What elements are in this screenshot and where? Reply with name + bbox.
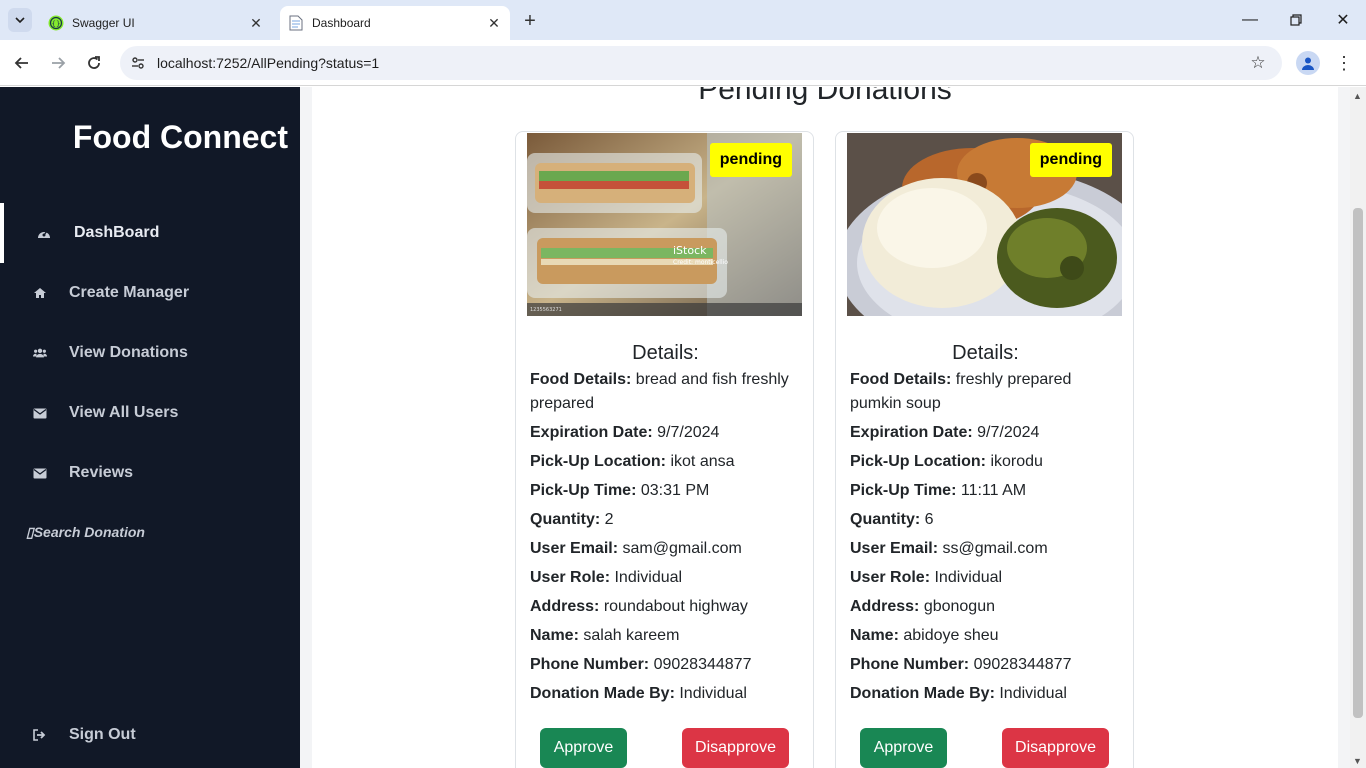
address-bar[interactable]: localhost:7252/AllPending?status=1 ☆ [120,46,1282,80]
close-icon[interactable]: ✕ [246,13,266,33]
image-id: 1235563271 [530,307,562,313]
field-user-email: User Email: ss@gmail.com [850,540,1048,557]
scroll-up-icon[interactable]: ▲ [1353,91,1362,101]
tab-title: Dashboard [312,16,371,30]
envelope-icon [33,466,47,480]
sidebar-item-label: Create Manager [69,284,190,301]
food-image: iStock Credit: monticellio 1235563271 pe… [527,133,802,316]
field-user-role: User Role: Individual [850,569,1003,586]
field-pickup-location: Pick-Up Location: ikorodu [850,453,1043,470]
field-expiration-date: Expiration Date: 9/7/2024 [850,424,1040,441]
field-pickup-time: Pick-Up Time: 11:11 AM [850,482,1027,499]
svg-text:{}: {} [52,20,61,28]
details-list: Food Details: freshly prepared pumkin so… [850,368,1120,711]
url-text[interactable]: localhost:7252/AllPending?status=1 [157,55,379,71]
sign-out-button[interactable]: Sign Out [0,705,300,765]
details-heading: Details: [632,342,699,364]
reload-button[interactable] [81,50,107,76]
users-icon [33,346,47,360]
field-phone-number: Phone Number: 09028344877 [530,656,752,673]
field-expiration-date: Expiration Date: 9/7/2024 [530,424,720,441]
sidebar-item-label: DashBoard [74,224,160,241]
istock-watermark: iStock [673,244,707,257]
approve-button[interactable]: Approve [860,728,947,768]
details-list: Food Details: bread and fish freshly pre… [530,368,800,711]
page-scrollbar[interactable]: ▲ ▼ [1350,87,1366,768]
chevron-down-icon [15,17,25,24]
details-heading: Details: [952,342,1019,364]
reload-icon [88,56,100,69]
sidebar: Food Connect DashBoard Create Manager Vi… [0,87,300,768]
field-quantity: Quantity: 6 [850,511,934,528]
home-icon [33,286,47,300]
browser-toolbar: localhost:7252/AllPending?status=1 ☆ ⋮ [0,40,1366,86]
field-phone-number: Phone Number: 09028344877 [850,656,1072,673]
sidebar-item-label: View Donations [69,344,188,361]
field-donation-made-by: Donation Made By: Individual [530,685,747,702]
field-food-details: Food Details: freshly prepared pumkin so… [850,371,1072,412]
arrow-right-icon [52,57,66,69]
field-user-email: User Email: sam@gmail.com [530,540,742,557]
restore-icon [1290,14,1302,26]
scroll-down-icon[interactable]: ▼ [1353,756,1362,766]
page-icon [288,15,304,31]
field-pickup-location: Pick-Up Location: ikot ansa [530,453,735,470]
sidebar-item-view-all-users[interactable]: View All Users [0,383,300,443]
field-user-role: User Role: Individual [530,569,683,586]
disapprove-button[interactable]: Disapprove [682,728,789,768]
more-menu-icon[interactable]: ⋮ [1334,51,1354,75]
sign-out-icon [33,728,47,742]
field-address: Address: gbonogun [850,598,995,615]
profile-avatar-icon[interactable] [1296,51,1320,75]
field-address: Address: roundabout highway [530,598,748,615]
field-name: Name: abidoye sheu [850,627,999,644]
field-food-details: Food Details: bread and fish freshly pre… [530,371,789,412]
browser-tab-strip: {} Swagger UI ✕ Dashboard ✕ + — ✕ [0,0,1366,40]
close-window-button[interactable]: ✕ [1331,8,1355,32]
tab-title: Swagger UI [72,16,135,30]
restore-button[interactable] [1284,8,1308,32]
disapprove-button[interactable]: Disapprove [1002,728,1109,768]
status-badge: pending [709,143,792,177]
site-settings-icon[interactable] [128,53,148,73]
scrollbar-thumb[interactable] [1353,208,1363,718]
back-button[interactable] [9,50,35,76]
sidebar-item-label: View All Users [69,404,179,421]
search-donation-link[interactable]: ▯Search Donation [26,524,145,541]
page-title: Pending Donations [698,87,952,106]
sidebar-item-label: Reviews [69,464,134,481]
image-credit: Credit: monticellio [673,259,728,266]
arrow-left-icon [14,57,28,69]
food-image: pending [847,133,1122,316]
swagger-icon: {} [48,15,64,31]
tab-swagger[interactable]: {} Swagger UI ✕ [40,6,272,40]
field-pickup-time: Pick-Up Time: 03:31 PM [530,482,710,499]
sidebar-item-reviews[interactable]: Reviews [0,443,300,503]
status-badge: pending [1029,143,1112,177]
forward-button[interactable] [45,50,71,76]
brand-title: Food Connect [72,119,288,155]
donation-card: iStock Credit: monticellio 1235563271 pe… [515,131,814,768]
envelope-icon [33,406,47,420]
main-content: Pending Donations iStock Credit: montice… [312,87,1338,768]
minimize-button[interactable]: — [1238,8,1262,32]
new-tab-button[interactable]: + [518,9,542,33]
field-quantity: Quantity: 2 [530,511,614,528]
dashboard-icon [37,226,51,240]
sidebar-item-dashboard[interactable]: DashBoard [0,203,300,263]
sidebar-item-create-manager[interactable]: Create Manager [0,263,300,323]
approve-button[interactable]: Approve [540,728,627,768]
sign-out-label: Sign Out [69,726,136,743]
tab-dashboard[interactable]: Dashboard ✕ [280,6,510,40]
tab-search-button[interactable] [8,8,32,32]
bookmark-star-icon[interactable]: ☆ [1248,53,1268,73]
close-icon[interactable]: ✕ [484,13,504,33]
donation-card: pending Details: Food Details: freshly p… [835,131,1134,768]
sidebar-item-view-donations[interactable]: View Donations [0,323,300,383]
field-donation-made-by: Donation Made By: Individual [850,685,1067,702]
field-name: Name: salah kareem [530,627,680,644]
